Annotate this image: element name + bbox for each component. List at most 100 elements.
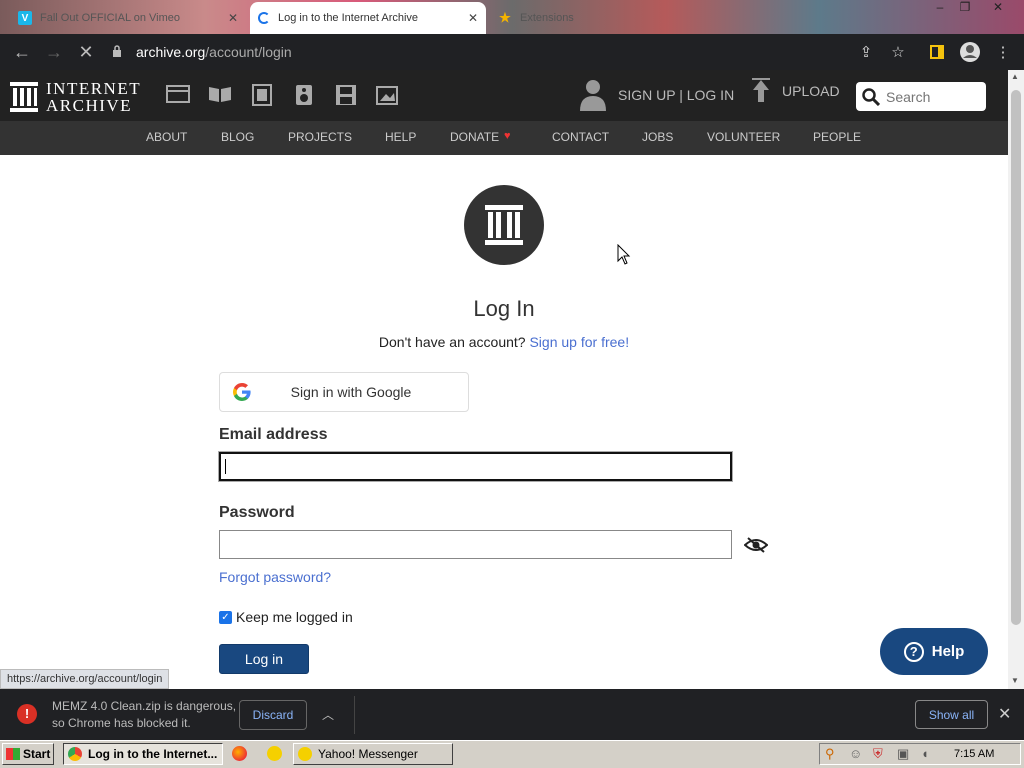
- taskbar-item-yahoo[interactable]: Yahoo! Messenger: [293, 743, 453, 765]
- email-label: Email address: [219, 426, 328, 443]
- tab-title: Fall Out OFFICIAL on Vimeo: [40, 12, 180, 24]
- show-all-button[interactable]: Show all: [915, 700, 988, 729]
- sidebar-icon[interactable]: [922, 34, 952, 70]
- ia-temple-icon: [10, 82, 38, 112]
- start-button[interactable]: Start: [2, 743, 54, 765]
- nav-people[interactable]: PEOPLE: [813, 130, 861, 144]
- software-icon[interactable]: [333, 84, 359, 108]
- download-warning-text: MEMZ 4.0 Clean.zip is dangerous, so Chro…: [52, 699, 237, 730]
- forward-icon[interactable]: →: [38, 34, 70, 70]
- tab-extensions[interactable]: ★ Extensions: [490, 2, 640, 34]
- nav-projects[interactable]: PROJECTS: [288, 130, 352, 144]
- no-account-text: Don't have an account?: [378, 334, 526, 350]
- profile-icon[interactable]: [955, 34, 985, 70]
- ia-logo[interactable]: INTERNET ARCHIVE: [10, 80, 141, 114]
- google-signin-label: Sign in with Google: [290, 384, 412, 400]
- signup-link[interactable]: Sign up for free!: [529, 334, 629, 350]
- nav-contact[interactable]: CONTACT: [552, 130, 609, 144]
- user-icon: [580, 80, 606, 111]
- text-caret: [225, 459, 226, 474]
- tab-title: Log in to the Internet Archive: [278, 12, 419, 24]
- email-field[interactable]: [219, 452, 732, 481]
- keep-logged-in-label: Keep me logged in: [236, 609, 353, 625]
- google-icon: [220, 383, 264, 401]
- address-bar[interactable]: archive.org/account/login: [112, 40, 832, 64]
- signup-login-label: SIGN UP | LOG IN: [618, 87, 735, 103]
- texts-icon[interactable]: [207, 84, 233, 108]
- shield-icon[interactable]: ⛨: [873, 746, 883, 762]
- lock-icon: [112, 44, 126, 60]
- login-button[interactable]: Log in: [219, 644, 309, 674]
- share-icon[interactable]: ⇪: [851, 34, 881, 70]
- clock: 7:15 AM: [954, 748, 995, 760]
- keep-logged-in[interactable]: ✓ Keep me logged in: [219, 609, 353, 625]
- tab-title: Extensions: [520, 12, 574, 24]
- images-icon[interactable]: [375, 84, 401, 108]
- tray-icon[interactable]: ☺: [849, 746, 862, 761]
- chevron-up-icon[interactable]: ︿: [322, 706, 334, 723]
- signup-prompt: Don't have an account? Sign up for free!: [0, 334, 1008, 350]
- page-title: Log In: [473, 296, 535, 321]
- upload-label: UPLOAD: [782, 83, 840, 99]
- nav-donate[interactable]: DONATE: [450, 130, 499, 144]
- taskbar-item-label: Log in to the Internet...: [88, 747, 218, 761]
- forgot-password-link[interactable]: Forgot password?: [219, 569, 331, 585]
- search-input[interactable]: [884, 87, 984, 106]
- windows-flag-icon: [6, 748, 20, 760]
- ia-temple-icon: [485, 205, 523, 245]
- tab-internet-archive[interactable]: Log in to the Internet Archive ✕: [250, 2, 486, 34]
- close-tab-icon[interactable]: ✕: [468, 11, 478, 25]
- smiley-icon[interactable]: [267, 746, 282, 764]
- password-label: Password: [219, 504, 295, 521]
- scrollbar-thumb[interactable]: [1011, 90, 1021, 625]
- nav-volunteer[interactable]: VOLUNTEER: [707, 130, 780, 144]
- nav-blog[interactable]: BLOG: [221, 130, 254, 144]
- puzzle-icon: ★: [499, 10, 511, 25]
- mouse-cursor-icon: [617, 243, 631, 271]
- divider: [354, 696, 355, 734]
- taskbar-item-label: Yahoo! Messenger: [318, 747, 418, 761]
- url-path: /account/login: [205, 44, 292, 60]
- taskbar-item-chrome[interactable]: Log in to the Internet...: [63, 743, 223, 765]
- heart-icon: ♥: [504, 130, 511, 142]
- ia-search-box[interactable]: [856, 82, 986, 111]
- keep-logged-in-checkbox[interactable]: ✓: [219, 610, 232, 624]
- signup-login-link[interactable]: SIGN UP | LOG IN: [578, 78, 734, 112]
- scroll-down-icon[interactable]: ▼: [1011, 676, 1019, 685]
- vimeo-icon: V: [18, 11, 32, 25]
- stop-icon[interactable]: ✕: [70, 34, 102, 70]
- menu-kebab-icon[interactable]: ⋮: [988, 34, 1018, 70]
- nav-help[interactable]: HELP: [385, 130, 416, 144]
- firefox-icon[interactable]: [232, 746, 247, 764]
- audio-icon[interactable]: [291, 84, 317, 108]
- password-field[interactable]: [219, 530, 732, 559]
- close-icon[interactable]: ✕: [998, 704, 1011, 724]
- volume-icon[interactable]: ◖: [921, 746, 929, 761]
- web-icon[interactable]: [165, 84, 191, 108]
- start-label: Start: [23, 747, 51, 761]
- help-label: Help: [931, 643, 965, 660]
- status-url-bubble: https://archive.org/account/login: [0, 669, 170, 689]
- window-close-icon[interactable]: ✕: [988, 0, 1008, 16]
- close-tab-icon[interactable]: ✕: [228, 11, 238, 25]
- network-icon[interactable]: ▣: [897, 746, 909, 762]
- discard-button[interactable]: Discard: [239, 700, 307, 730]
- help-button[interactable]: ? Help: [880, 628, 988, 675]
- bookmark-star-icon[interactable]: ☆: [883, 34, 913, 70]
- chrome-icon: [68, 747, 82, 761]
- eye-slash-icon[interactable]: [743, 536, 769, 559]
- ia-logo-circle: [464, 185, 544, 265]
- scroll-up-icon[interactable]: ▲: [1011, 72, 1019, 81]
- video-icon[interactable]: [249, 84, 275, 108]
- back-icon[interactable]: ←: [6, 34, 38, 70]
- nav-jobs[interactable]: JOBS: [642, 130, 673, 144]
- search-icon: [862, 87, 880, 106]
- magnifier-icon[interactable]: ⚲: [825, 746, 835, 762]
- nav-about[interactable]: ABOUT: [146, 130, 187, 144]
- google-signin-button[interactable]: Sign in with Google: [219, 372, 469, 412]
- logo-line2: ARCHIVE: [46, 96, 133, 115]
- upload-link[interactable]: UPLOAD: [750, 78, 840, 104]
- restore-icon[interactable]: ❐: [955, 0, 975, 16]
- minimize-icon[interactable]: –: [930, 0, 950, 16]
- tab-vimeo[interactable]: V Fall Out OFFICIAL on Vimeo ✕: [10, 2, 246, 34]
